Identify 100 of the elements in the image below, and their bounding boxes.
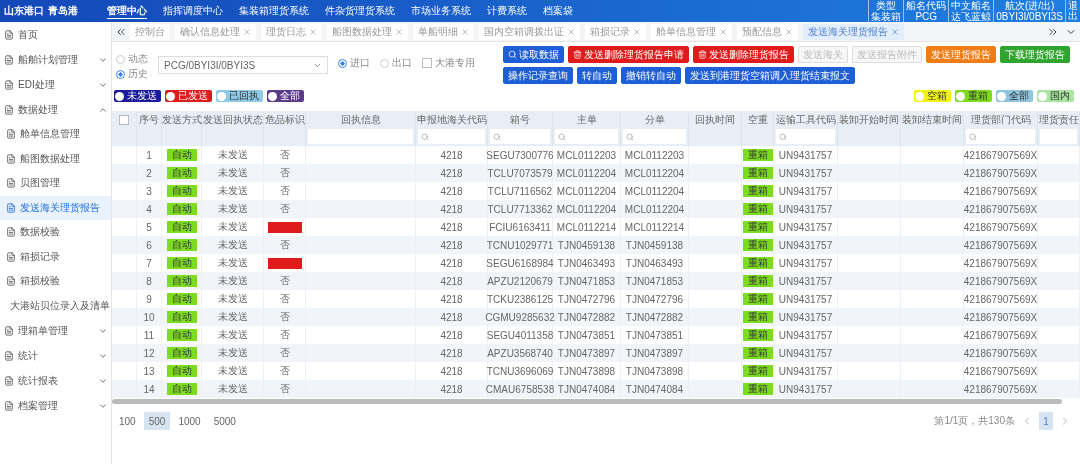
- sidebar-item[interactable]: 理箱单管理: [0, 318, 111, 343]
- page-button[interactable]: 1: [1039, 412, 1053, 430]
- sidebar-item[interactable]: 档案管理: [0, 393, 111, 418]
- checkbox-option[interactable]: 大港专用: [422, 56, 475, 70]
- sidebar-item[interactable]: 舱单信息管理: [0, 122, 111, 147]
- nav-item[interactable]: 件杂货理货系统: [325, 3, 395, 19]
- exit-button[interactable]: 退出: [1066, 1, 1080, 21]
- sidebar-item[interactable]: 首页: [0, 22, 111, 47]
- radio-icon[interactable]: [338, 58, 347, 68]
- sidebar-item[interactable]: 大港站贝位录入及清单: [0, 293, 111, 318]
- filter-field[interactable]: [418, 129, 485, 144]
- table-cell: 6: [146, 239, 152, 251]
- nav-item[interactable]: 指挥调度中心: [163, 3, 223, 19]
- filter-chip[interactable]: 国内: [1037, 90, 1074, 102]
- radio-option[interactable]: 出口: [380, 56, 412, 70]
- nav-item[interactable]: 管理中心: [107, 3, 147, 19]
- table-cell: 4218: [440, 347, 463, 359]
- action-button[interactable]: 发送删除理货报告申请: [568, 46, 689, 63]
- filter-chip[interactable]: 已回执: [216, 90, 263, 102]
- sidebar-item[interactable]: 发送海关理货报告: [0, 195, 111, 220]
- filter-chip[interactable]: 全部: [996, 90, 1033, 102]
- close-icon[interactable]: [243, 27, 251, 36]
- table-cell: 4218: [440, 293, 463, 305]
- sidebar-item[interactable]: 统计报表: [0, 368, 111, 393]
- document-icon: [6, 227, 16, 238]
- close-icon[interactable]: [395, 27, 403, 36]
- table-cell: TCLU7116562: [487, 185, 553, 197]
- table-cell: 未发送: [217, 166, 248, 180]
- tab[interactable]: 船图数据处理: [327, 23, 408, 40]
- filter-field[interactable]: [776, 129, 835, 144]
- radio-icon[interactable]: [116, 54, 125, 64]
- close-icon[interactable]: [309, 27, 317, 36]
- tab[interactable]: 舱单信息管理: [651, 23, 732, 40]
- radio-option[interactable]: 动态: [116, 52, 148, 66]
- filter-field[interactable]: [623, 129, 686, 144]
- action-button[interactable]: 撤销转自动: [621, 67, 681, 84]
- table-cell: 4218: [440, 257, 463, 269]
- radio-icon[interactable]: [116, 69, 125, 79]
- radio-option[interactable]: 进口: [338, 56, 370, 70]
- table-cell: TJN0473897: [557, 347, 616, 359]
- close-icon[interactable]: [633, 27, 641, 36]
- filter-chip[interactable]: 重箱: [955, 90, 992, 102]
- filter-chip[interactable]: 空箱: [914, 90, 951, 102]
- close-icon[interactable]: [567, 27, 575, 36]
- filter-field[interactable]: [555, 129, 618, 144]
- filter-chip[interactable]: 未发送: [114, 90, 161, 102]
- tab[interactable]: 国内空箱调拨出证: [479, 23, 580, 40]
- column-header: 空重: [746, 113, 769, 127]
- sidebar-item[interactable]: 船图数据处理: [0, 146, 111, 171]
- sidebar-item[interactable]: 箱损校验: [0, 269, 111, 294]
- close-icon[interactable]: [785, 27, 793, 36]
- sidebar-item[interactable]: 船舶计划管理: [0, 47, 111, 72]
- sidebar-item[interactable]: 贝图管理: [0, 171, 111, 196]
- page-size-option[interactable]: 1000: [173, 412, 206, 430]
- tab[interactable]: 控制台: [130, 23, 170, 40]
- voyage-select[interactable]: PCG/0BYI3I/0BYI3S: [158, 56, 328, 74]
- action-button[interactable]: 操作记录查询: [503, 67, 573, 84]
- nav-item[interactable]: 计费系统: [487, 3, 527, 19]
- close-icon[interactable]: [719, 27, 727, 36]
- sidebar-item[interactable]: EDI处理: [0, 72, 111, 97]
- tab[interactable]: 预配信息: [737, 23, 798, 40]
- load-badge: 重箱: [742, 203, 773, 215]
- sidebar-item[interactable]: 数据校验: [0, 220, 111, 245]
- page-size-option[interactable]: 500: [143, 412, 171, 430]
- tab[interactable]: 箱损记录: [585, 23, 646, 40]
- nav-item[interactable]: 市场业务系统: [411, 3, 471, 19]
- tab[interactable]: 确认信息处理: [175, 23, 256, 40]
- table-cell: MCL0112204: [624, 167, 685, 179]
- action-button[interactable]: 读取数据: [503, 46, 564, 63]
- scrollbar[interactable]: [112, 399, 1062, 404]
- filter-chip[interactable]: 全部: [267, 90, 304, 102]
- filter-field[interactable]: [490, 129, 550, 144]
- close-icon[interactable]: [461, 27, 469, 36]
- table-cell: 否: [279, 382, 290, 396]
- page-size-option[interactable]: 5000: [208, 412, 241, 430]
- radio-icon[interactable]: [380, 58, 389, 68]
- sidebar-item[interactable]: 统计: [0, 343, 111, 368]
- tab[interactable]: 单船明细: [413, 23, 474, 40]
- action-button[interactable]: 发送删除理货报告: [693, 46, 794, 63]
- checkbox[interactable]: [119, 115, 129, 125]
- close-icon[interactable]: [891, 27, 899, 36]
- table-cell: 未发送: [217, 382, 248, 396]
- page-size-option[interactable]: 100: [114, 412, 141, 430]
- load-badge: 重箱: [742, 347, 773, 359]
- filter-chip[interactable]: 已发送: [165, 90, 212, 102]
- action-button[interactable]: 转自动: [577, 67, 617, 84]
- tab[interactable]: 发送海关理货报告: [803, 23, 904, 40]
- filter-field[interactable]: [966, 129, 1035, 144]
- nav-item[interactable]: 档案袋: [543, 3, 573, 19]
- nav-item[interactable]: 集装箱理货系统: [239, 3, 309, 19]
- sidebar-item[interactable]: 数据处理: [0, 97, 111, 122]
- column-header: 箱号: [509, 113, 531, 127]
- radio-option[interactable]: 历史: [116, 67, 148, 81]
- sidebar-item[interactable]: 箱损记录: [0, 244, 111, 269]
- table-cell: TJN0459138: [557, 239, 616, 251]
- action-button[interactable]: 下载理货报告: [1000, 46, 1070, 63]
- checkbox[interactable]: [422, 58, 432, 68]
- column-header: 装卸结束时间: [901, 113, 963, 127]
- tab[interactable]: 理货日志: [261, 23, 322, 40]
- action-button[interactable]: 发送到港理货空箱调入理货结束报文: [685, 67, 855, 84]
